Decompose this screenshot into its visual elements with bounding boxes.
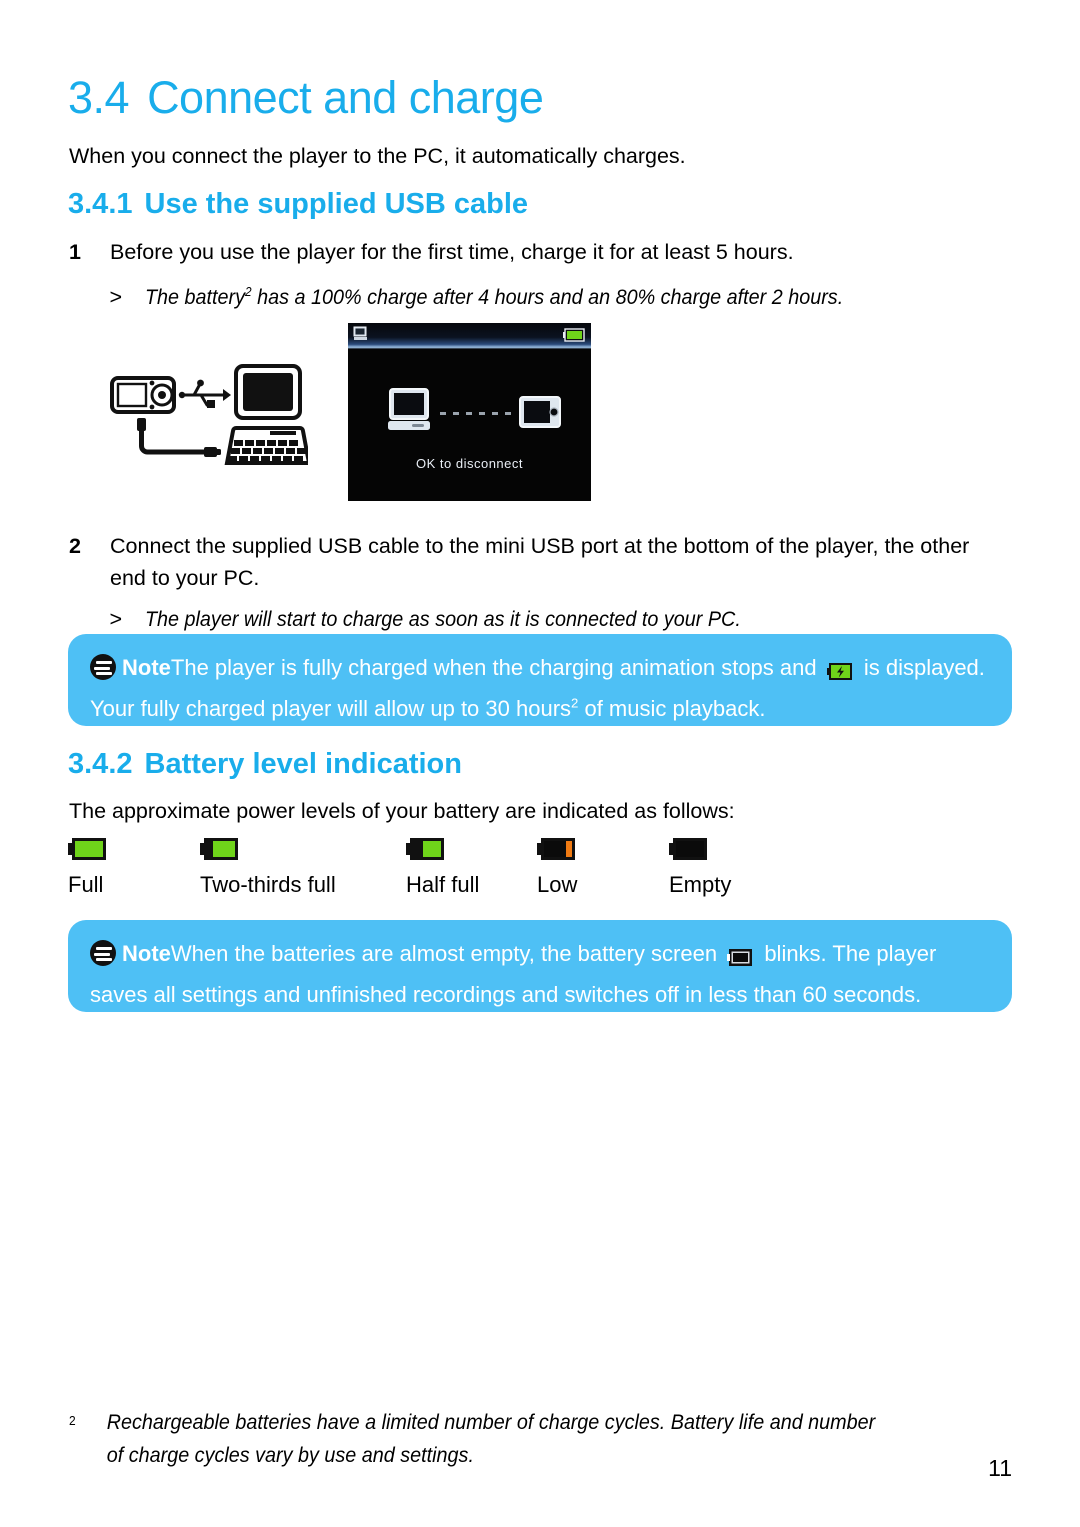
pc-connected-icon [353, 326, 368, 346]
battery-half-icon [406, 838, 444, 860]
battery-full-icon [68, 838, 106, 860]
section-number: 3.4 [68, 72, 130, 123]
usb-connection-svg [110, 364, 312, 465]
subsection-2-title: Battery level indication [144, 748, 463, 780]
note-callout-2: NoteWhen the batteries are almost empty,… [68, 920, 1012, 1012]
section-title: Connect and charge [147, 72, 544, 123]
battery-level-empty-label: Empty [669, 872, 732, 897]
result-2-text: The player will start to charge as soon … [144, 607, 741, 631]
result-2-marker: > [109, 607, 123, 631]
battery-full-icon [563, 328, 585, 347]
usb-connection-diagram [108, 360, 312, 480]
player-screen: OK to disconnect [348, 323, 591, 501]
battery-empty-icon [669, 838, 707, 860]
battery-level-half-label: Half full [406, 872, 480, 897]
battery-charging-icon [826, 656, 854, 691]
battery-two-thirds-icon [200, 838, 238, 860]
step-2: 2 Connect the supplied USB cable to the … [69, 530, 977, 594]
note-icon [90, 654, 116, 680]
document-page: 3.4 Connect and charge When you connect t… [0, 0, 1080, 1527]
usb-connection-illustration: OK to disconnect [0, 318, 1080, 508]
step-1: 1 Before you use the player for the firs… [69, 236, 977, 268]
footnote: 2 Rechargeable batteries have a limited … [69, 1406, 897, 1472]
page-number: 11 [988, 1455, 1012, 1481]
computer-icon [388, 388, 430, 430]
subsection-1-heading: 3.4.1 Use the supplied USB cable [68, 188, 528, 221]
subsection-2-intro: The approximate power levels of your bat… [69, 799, 735, 823]
player-icon [519, 396, 561, 428]
result-1-text-b: has a 100% charge after 4 hours and an 8… [251, 285, 844, 309]
note-2-text-a: When the batteries are almost empty, the… [170, 941, 724, 966]
battery-level-half: Half full [406, 836, 479, 897]
note-1-text-c: of music playback. [578, 696, 766, 721]
battery-level-empty: Empty [669, 836, 731, 897]
step-1-text: Before you use the player for the first … [110, 240, 794, 264]
screen-status-bar [348, 323, 591, 349]
result-2: > The player will start to charge as soo… [109, 604, 920, 634]
subsection-2-heading: 3.4.2 Battery level indication [68, 748, 462, 781]
result-1-text: The battery2 has a 100% charge after 4 h… [145, 282, 920, 312]
note-1-text-a: The player is fully charged when the cha… [170, 655, 823, 680]
subsection-1-number: 3.4.1 [68, 188, 133, 220]
subsection-2-number: 3.4.2 [68, 748, 133, 780]
battery-levels-row: Full Two-thirds full Half full Low Empty [68, 836, 1012, 906]
note-1-label: Note [122, 655, 171, 680]
page-title: 3.4 Connect and charge [68, 72, 544, 124]
battery-level-low: Low [537, 836, 577, 897]
battery-level-full-label: Full [68, 872, 104, 897]
step-2-number: 2 [69, 534, 81, 558]
battery-level-two-thirds-label: Two-thirds full [200, 872, 336, 897]
note-icon [90, 940, 116, 966]
step-2-text: Connect the supplied USB cable to the mi… [110, 534, 970, 590]
note-callout-1: NoteThe player is fully charged when the… [68, 634, 1012, 726]
subsection-1-title: Use the supplied USB cable [144, 188, 529, 220]
battery-low-icon [537, 838, 575, 860]
result-1: > The battery2 has a 100% charge after 4… [109, 282, 920, 312]
result-1-text-a: The battery [144, 285, 246, 309]
battery-level-full: Full [68, 836, 108, 897]
battery-level-two-thirds: Two-thirds full [200, 836, 336, 897]
battery-empty-icon [727, 942, 754, 977]
battery-level-low-label: Low [537, 872, 578, 897]
step-1-number: 1 [69, 240, 81, 264]
result-1-marker: > [109, 285, 123, 309]
screen-caption: OK to disconnect [416, 456, 523, 471]
section-intro: When you connect the player to the PC, i… [69, 144, 686, 168]
footnote-marker: 2 [69, 1413, 76, 1428]
screen-transfer-graphic [348, 385, 591, 445]
dotted-link [440, 412, 511, 415]
footnote-text: Rechargeable batteries have a limited nu… [106, 1410, 876, 1467]
note-2-label: Note [122, 941, 171, 966]
